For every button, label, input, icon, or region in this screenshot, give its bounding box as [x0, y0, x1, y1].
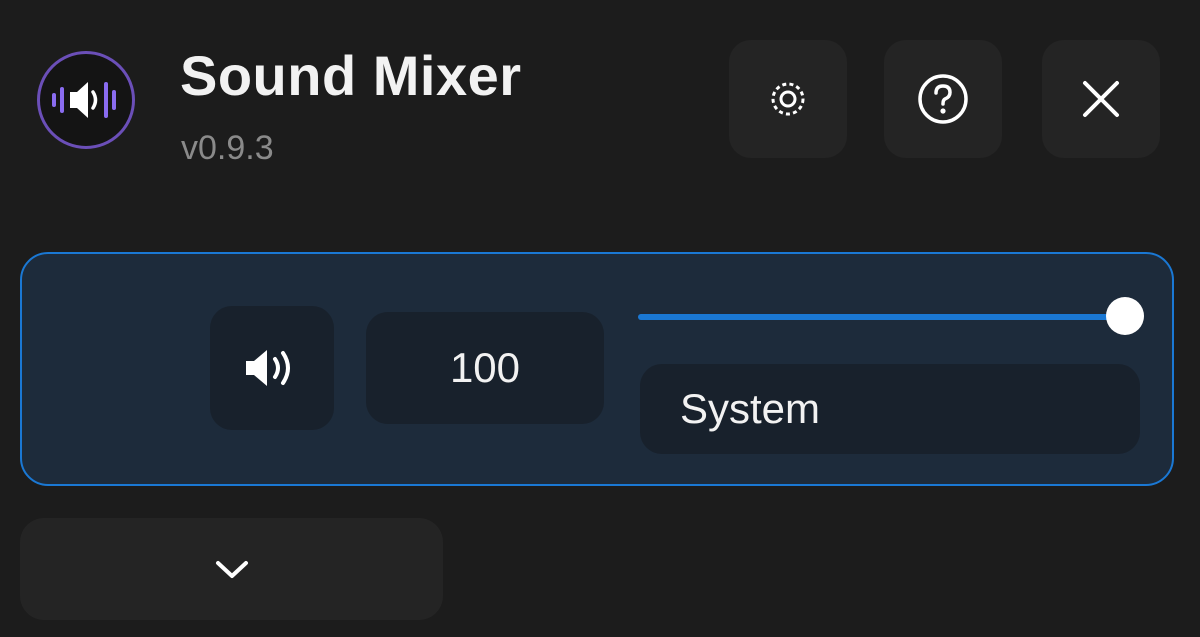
settings-icon: [771, 82, 805, 116]
app-title: Sound Mixer: [180, 44, 522, 107]
settings-button[interactable]: [729, 40, 847, 158]
speaker-waveform-icon: [52, 82, 116, 118]
slider-thumb[interactable]: [1106, 297, 1144, 335]
sound-mixer-window: Sound Mixer v0.9.3 100 System: [0, 0, 1200, 637]
mute-button[interactable]: [210, 306, 334, 430]
app-logo: [37, 51, 135, 149]
expand-button[interactable]: [20, 518, 443, 620]
volume-slider[interactable]: [638, 294, 1144, 338]
volume-value[interactable]: 100: [366, 312, 604, 424]
help-button[interactable]: [884, 40, 1002, 158]
app-version: v0.9.3: [181, 129, 274, 167]
close-icon: [1083, 81, 1119, 117]
speaker-icon: [246, 350, 290, 386]
slider-fill: [638, 314, 1125, 320]
help-icon: [918, 74, 968, 124]
close-button[interactable]: [1042, 40, 1160, 158]
channel-name: System: [640, 364, 1140, 454]
chevron-down-icon: [215, 561, 248, 578]
channel-card-system[interactable]: 100 System: [20, 252, 1174, 486]
